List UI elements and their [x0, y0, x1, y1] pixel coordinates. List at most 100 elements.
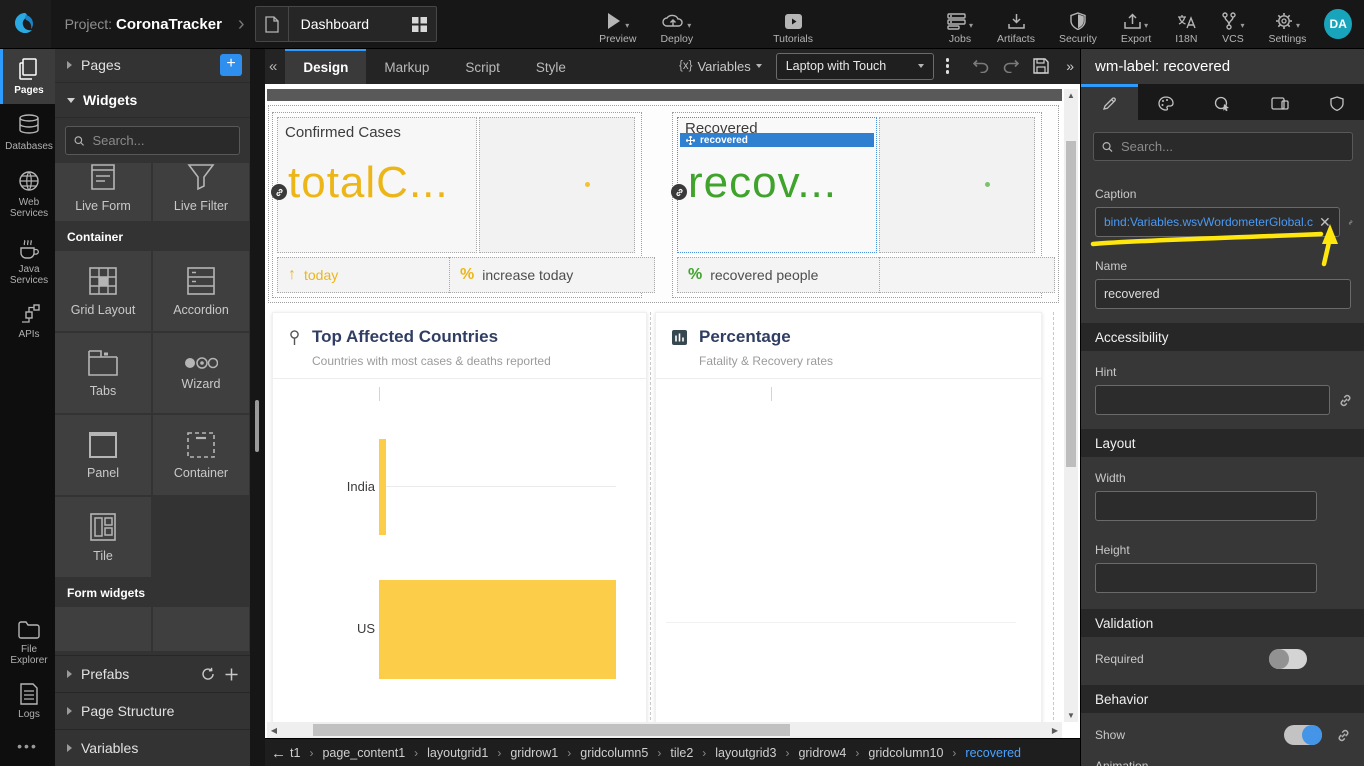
tab-styles[interactable]: [1138, 84, 1195, 120]
tab-events[interactable]: [1195, 84, 1252, 120]
rail-item-pages[interactable]: Pages: [0, 48, 55, 104]
crumb-gridrow1[interactable]: gridrow1: [510, 746, 558, 760]
confirmed-cases-box[interactable]: Confirmed Cases totalC...: [277, 117, 477, 253]
tab-design[interactable]: Design: [285, 48, 366, 84]
rail-item-file-explorer[interactable]: File Explorer: [0, 611, 55, 674]
widget-wizard[interactable]: Wizard: [153, 333, 249, 413]
widget-tile[interactable]: Tile: [55, 497, 151, 577]
prefabs-section-row[interactable]: Prefabs: [55, 655, 250, 692]
empty-chart-area[interactable]: [656, 379, 1041, 719]
recovered-tile[interactable]: Recovered recovered recov... % recovered…: [672, 112, 1042, 298]
widget-live-filter[interactable]: Live Filter: [153, 163, 249, 221]
total-cases-label-widget[interactable]: totalC...: [288, 158, 449, 208]
rail-item-apis[interactable]: APIs: [0, 294, 55, 348]
settings-button[interactable]: ▾ Settings: [1268, 8, 1306, 45]
save-button[interactable]: [1026, 58, 1056, 74]
show-toggle[interactable]: [1284, 725, 1322, 745]
hscrollbar-thumb[interactable]: [313, 724, 790, 736]
rail-item-databases[interactable]: Databases: [0, 104, 55, 160]
recovered-people-stat-cell[interactable]: % recovered people: [677, 257, 897, 293]
widget-panel[interactable]: Panel: [55, 415, 151, 495]
bar-chart[interactable]: India US: [273, 379, 646, 719]
variables-section-row[interactable]: Variables: [55, 729, 250, 766]
variables-button[interactable]: {x} Variables: [679, 59, 762, 74]
widget-search-box[interactable]: [65, 126, 240, 155]
bar-us[interactable]: [379, 580, 616, 679]
tab-script[interactable]: Script: [447, 48, 518, 84]
widget-search-input[interactable]: [90, 132, 231, 149]
tab-security[interactable]: [1308, 84, 1364, 120]
widget-live-form[interactable]: Live Form: [55, 163, 151, 221]
page-structure-section-row[interactable]: Page Structure: [55, 692, 250, 729]
increase-today-stat-cell[interactable]: % increase today: [449, 257, 655, 293]
recovered-right-box[interactable]: [879, 117, 1035, 253]
add-page-button[interactable]: +: [220, 54, 242, 76]
crumb-gridcolumn5[interactable]: gridcolumn5: [580, 746, 648, 760]
crumb-tile2[interactable]: tile2: [670, 746, 693, 760]
bind-hint-icon[interactable]: [1338, 393, 1353, 408]
crumb-layoutgrid1[interactable]: layoutgrid1: [427, 746, 488, 760]
caption-field[interactable]: bind:Variables.wsvWordometerGlobal.c ✕: [1095, 207, 1340, 237]
width-field[interactable]: [1095, 491, 1317, 521]
canvas-hscrollbar[interactable]: ◀ ▶: [267, 722, 1062, 738]
panel-scrollbar-thumb[interactable]: [255, 400, 259, 452]
design-canvas[interactable]: Confirmed Cases totalC... ↑ today % incr…: [265, 84, 1080, 738]
tab-markup[interactable]: Markup: [366, 48, 447, 84]
redo-button[interactable]: [996, 59, 1026, 73]
bind-show-icon[interactable]: [1336, 728, 1351, 743]
dashboard-grid-icon[interactable]: [403, 7, 436, 41]
recovered-label-widget[interactable]: recov...: [688, 158, 837, 208]
expand-right-panel-button[interactable]: »: [1056, 58, 1080, 74]
page-tab-dashboard[interactable]: Dashboard: [255, 6, 438, 42]
rail-item-java-services[interactable]: Java Services: [0, 227, 55, 294]
collapse-left-panel-button[interactable]: «: [265, 48, 285, 84]
undo-button[interactable]: [966, 59, 996, 73]
scroll-right-arrow-icon[interactable]: ▶: [1048, 726, 1062, 735]
top-affected-countries-card[interactable]: Top Affected Countries Countries with mo…: [272, 312, 647, 724]
amber-dot-widget[interactable]: [585, 182, 590, 187]
crumb-gridcolumn10[interactable]: gridcolumn10: [868, 746, 943, 760]
bar-india[interactable]: [379, 439, 386, 535]
hint-field[interactable]: [1095, 385, 1330, 415]
tab-properties[interactable]: [1081, 84, 1138, 120]
tab-style[interactable]: Style: [518, 48, 584, 84]
crumb-recovered-active[interactable]: recovered: [965, 746, 1021, 760]
artifacts-button[interactable]: Artifacts: [997, 8, 1035, 45]
add-prefab-icon[interactable]: [225, 668, 238, 681]
confirmed-cases-tile[interactable]: Confirmed Cases totalC... ↑ today % incr…: [272, 112, 642, 298]
green-dot-widget[interactable]: [985, 182, 990, 187]
recovered-box-selected[interactable]: Recovered recovered recov...: [677, 117, 877, 253]
wavemaker-logo[interactable]: [0, 0, 51, 48]
selection-tag[interactable]: recovered: [680, 133, 874, 147]
tab-devices[interactable]: [1251, 84, 1308, 120]
crumb-layoutgrid3[interactable]: layoutgrid3: [715, 746, 776, 760]
scroll-left-arrow-icon[interactable]: ◀: [267, 726, 281, 735]
export-button[interactable]: ▾ Export: [1121, 8, 1151, 45]
properties-search-input[interactable]: [1119, 138, 1344, 155]
refresh-prefabs-icon[interactable]: [201, 667, 215, 681]
recovered-empty-stat-cell[interactable]: [879, 257, 1055, 293]
user-avatar[interactable]: DA: [1324, 9, 1352, 39]
i18n-button[interactable]: I18N: [1175, 8, 1197, 45]
widget-container[interactable]: Container: [153, 415, 249, 495]
today-stat-cell[interactable]: ↑ today: [277, 257, 465, 293]
vscrollbar-thumb[interactable]: [1066, 141, 1076, 467]
properties-search-box[interactable]: [1093, 132, 1353, 161]
vcs-button[interactable]: ▾ VCS: [1221, 8, 1244, 45]
more-options-button[interactable]: [934, 58, 962, 74]
breadcrumb-back-icon[interactable]: ←: [271, 745, 286, 762]
tutorials-button[interactable]: Tutorials: [773, 8, 813, 45]
widget-tabs[interactable]: Tabs: [55, 333, 151, 413]
name-field[interactable]: recovered: [1095, 279, 1351, 309]
widget-accordion[interactable]: Accordion: [153, 251, 249, 331]
crumb-gridrow4[interactable]: gridrow4: [798, 746, 846, 760]
widget-grid-layout[interactable]: Grid Layout: [55, 251, 151, 331]
clear-caption-icon[interactable]: ✕: [1319, 214, 1331, 231]
jobs-button[interactable]: ▾ Jobs: [947, 8, 973, 45]
height-field[interactable]: [1095, 563, 1317, 593]
crumb-page-content1[interactable]: page_content1: [322, 746, 405, 760]
security-button[interactable]: Security: [1059, 8, 1097, 45]
rail-item-web-services[interactable]: Web Services: [0, 160, 55, 227]
required-toggle[interactable]: [1269, 649, 1307, 669]
deploy-button[interactable]: ▾ Deploy: [660, 8, 693, 45]
